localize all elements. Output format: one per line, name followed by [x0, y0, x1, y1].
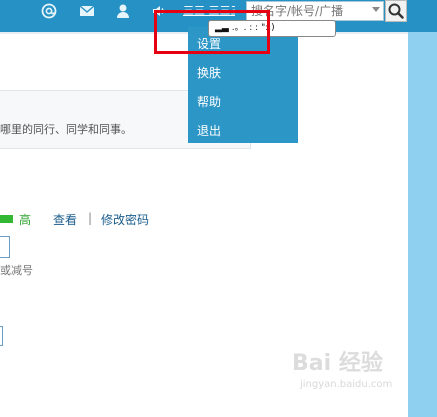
at-icon[interactable]: [40, 2, 58, 20]
user-icon[interactable]: [114, 2, 132, 20]
baidu-watermark: Bai 经验 jingyan.baidu.com: [292, 345, 412, 400]
watermark-url: jingyan.baidu.com: [300, 379, 393, 390]
menu-item-logout[interactable]: 退出: [197, 122, 221, 139]
change-password-link[interactable]: 修改密码: [101, 211, 149, 228]
password-strength-label: 高: [19, 213, 32, 227]
menu-item-help[interactable]: 帮助: [197, 93, 221, 110]
field-hint: 或减号: [0, 264, 33, 277]
watermark-logo-text: Bai 经验: [292, 351, 383, 376]
link-separator: |: [88, 211, 93, 225]
search-button[interactable]: [385, 0, 407, 22]
mail-icon[interactable]: [78, 2, 96, 20]
text-field-2[interactable]: [0, 326, 3, 346]
view-link[interactable]: 查看: [53, 211, 77, 228]
password-strength-bar: [0, 215, 13, 223]
search-dropdown-arrow-icon[interactable]: [372, 7, 380, 12]
highlight-box: [154, 10, 270, 54]
menu-item-skin[interactable]: 换肤: [197, 64, 221, 81]
search-icon: [388, 3, 404, 19]
text-field[interactable]: [0, 236, 10, 258]
tip-text: 哪里的同行、同学和同事。: [0, 123, 132, 136]
